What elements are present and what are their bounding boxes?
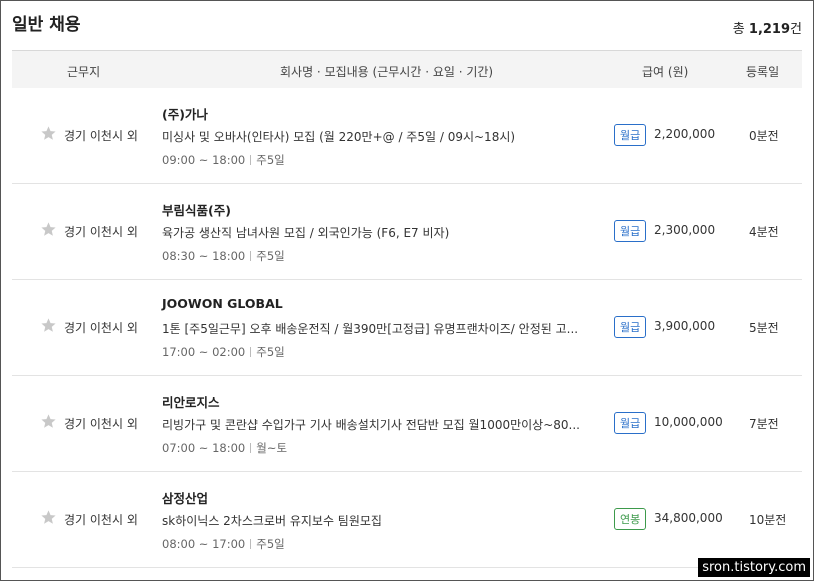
company-name[interactable]: JOOWON GLOBAL [162, 296, 283, 311]
column-pay: 급여 (원) [642, 65, 689, 79]
work-days: 주5일 [256, 345, 285, 359]
table-row[interactable]: 경기 이천시 외 삼정산업 sk하이닉스 2차스크로버 유지보수 팀원모집 08… [12, 472, 802, 568]
job-list: 경기 이천시 외 (주)가나 미싱사 및 오바사(인타사) 모집 (월 220만… [12, 88, 802, 568]
column-job: 회사명 · 모집내용 (근무시간 · 요일 · 기간) [280, 65, 494, 79]
job-location: 경기 이천시 외 [64, 513, 138, 527]
work-days: 월~토 [256, 441, 288, 455]
total-prefix: 총 [732, 22, 745, 37]
job-meta: 08:30 ~ 18:00 주5일 [162, 248, 285, 264]
work-days: 주5일 [256, 153, 285, 167]
divider [250, 539, 252, 549]
job-title-link[interactable]: sk하이닉스 2차스크로버 유지보수 팀원모집 [162, 512, 602, 529]
pay-amount: 3,900,000 [654, 319, 716, 333]
company-name[interactable]: (주)가나 [162, 104, 208, 123]
job-location: 경기 이천시 외 [64, 321, 138, 335]
column-date: 등록일 [746, 65, 780, 79]
total-count: 총 1,219건 [733, 18, 802, 37]
job-meta: 09:00 ~ 18:00 주5일 [162, 152, 285, 168]
company-name[interactable]: 리안로지스 [162, 392, 220, 411]
pay-amount: 34,800,000 [654, 511, 723, 525]
posted-time: 5분전 [749, 321, 779, 335]
work-hours: 08:00 ~ 17:00 [162, 537, 246, 551]
pay-type-badge: 연봉 [614, 508, 647, 530]
work-hours: 17:00 ~ 02:00 [162, 345, 246, 359]
table-row[interactable]: 경기 이천시 외 JOOWON GLOBAL 1톤 [주5일근무] 오후 배송운… [12, 280, 802, 376]
work-hours: 08:30 ~ 18:00 [162, 249, 246, 263]
table-row[interactable]: 경기 이천시 외 부림식품(주) 육가공 생산직 남녀사원 모집 / 외국인가능… [12, 184, 802, 280]
total-number: 1,219 [748, 22, 791, 37]
job-location: 경기 이천시 외 [64, 417, 138, 431]
pay-type-badge: 월급 [614, 316, 647, 338]
posted-time: 0분전 [749, 129, 779, 143]
job-meta: 17:00 ~ 02:00 주5일 [162, 344, 285, 360]
pay-type-badge: 월급 [614, 124, 647, 146]
column-location: 근무지 [67, 65, 101, 79]
job-title-link[interactable]: 1톤 [주5일근무] 오후 배송운전직 / 월390만[고정급] 유명프랜차이즈… [162, 320, 602, 337]
job-title-link[interactable]: 미싱사 및 오바사(인타사) 모집 (월 220만+@ / 주5일 / 09시~… [162, 128, 602, 145]
divider [250, 347, 252, 357]
job-meta: 07:00 ~ 18:00 월~토 [162, 440, 287, 456]
list-header: 일반 채용 총 1,219건 [12, 10, 802, 50]
table-row[interactable]: 경기 이천시 외 (주)가나 미싱사 및 오바사(인타사) 모집 (월 220만… [12, 88, 802, 184]
section-title: 일반 채용 [12, 15, 81, 35]
job-title-link[interactable]: 육가공 생산직 남녀사원 모집 / 외국인가능 (F6, E7 비자) [162, 224, 602, 241]
star-icon[interactable] [40, 413, 57, 430]
job-title-link[interactable]: 리빙가구 및 콘란샵 수입가구 기사 배송설치기사 전담반 모집 월1000만이… [162, 416, 602, 433]
company-name[interactable]: 삼정산업 [162, 488, 208, 507]
star-icon[interactable] [40, 221, 57, 238]
posted-time: 7분전 [749, 417, 779, 431]
divider [250, 443, 252, 453]
pay-type-badge: 월급 [614, 220, 647, 242]
work-days: 주5일 [256, 537, 285, 551]
work-days: 주5일 [256, 249, 285, 263]
star-icon[interactable] [40, 509, 57, 526]
company-name[interactable]: 부림식품(주) [162, 200, 231, 219]
job-location: 경기 이천시 외 [64, 129, 138, 143]
divider [250, 251, 252, 261]
work-hours: 07:00 ~ 18:00 [162, 441, 246, 455]
job-location: 경기 이천시 외 [64, 225, 138, 239]
star-icon[interactable] [40, 125, 57, 142]
watermark: sron.tistory.com [698, 558, 810, 577]
pay-amount: 2,300,000 [654, 223, 716, 237]
job-meta: 08:00 ~ 17:00 주5일 [162, 536, 285, 552]
posted-time: 10분전 [749, 513, 787, 527]
pay-amount: 10,000,000 [654, 415, 723, 429]
divider [250, 155, 252, 165]
table-header: 근무지 회사명 · 모집내용 (근무시간 · 요일 · 기간) 급여 (원) 등… [12, 50, 802, 88]
pay-amount: 2,200,000 [654, 127, 716, 141]
total-suffix: 건 [790, 22, 802, 37]
pay-type-badge: 월급 [614, 412, 647, 434]
star-icon[interactable] [40, 317, 57, 334]
work-hours: 09:00 ~ 18:00 [162, 153, 246, 167]
posted-time: 4분전 [749, 225, 779, 239]
table-row[interactable]: 경기 이천시 외 리안로지스 리빙가구 및 콘란샵 수입가구 기사 배송설치기사… [12, 376, 802, 472]
